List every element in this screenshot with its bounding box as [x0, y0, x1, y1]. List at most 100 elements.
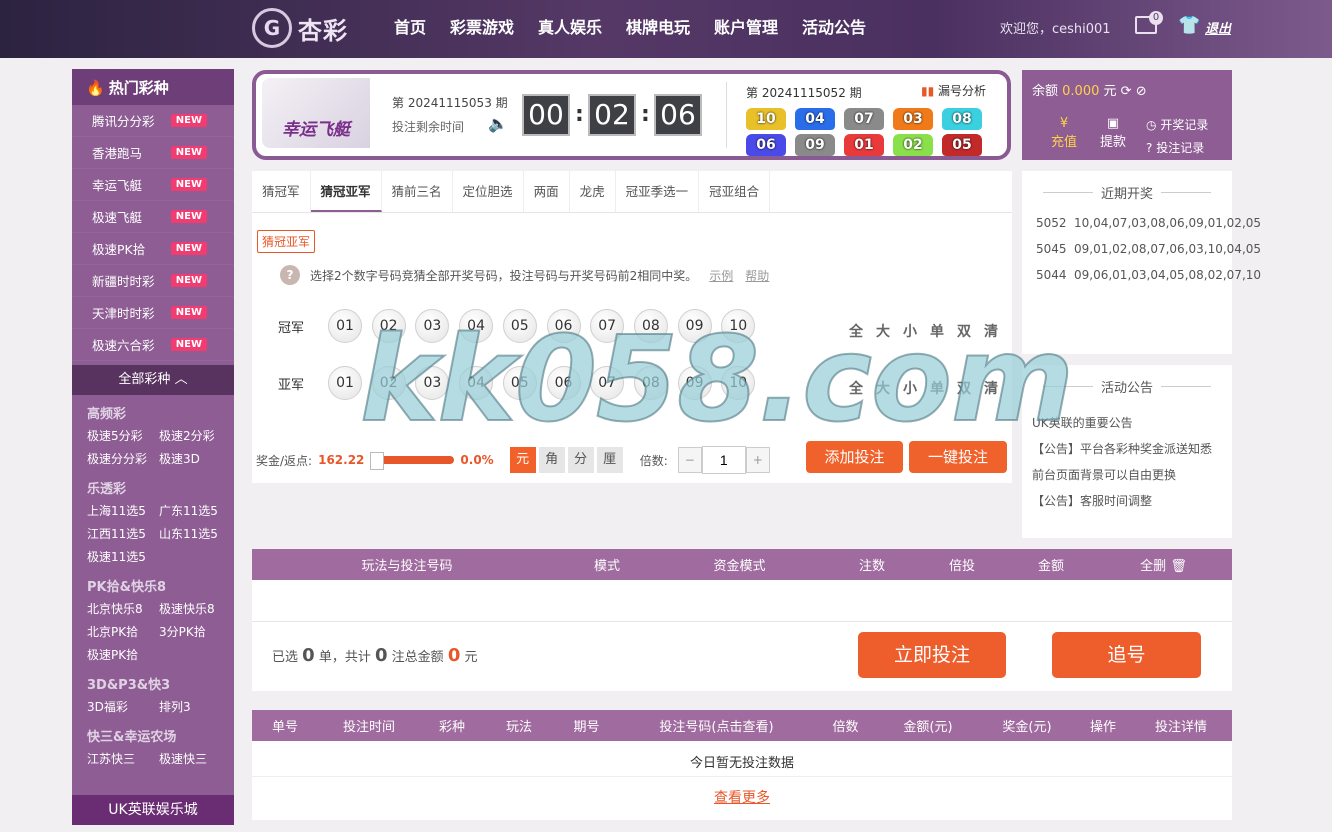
sidebar-game-link[interactable]: 极速2分彩 [159, 427, 231, 444]
quick-select-button[interactable]: 大 [876, 321, 890, 341]
add-bet-button[interactable]: 添加投注 [806, 441, 903, 473]
play-tab[interactable]: 龙虎 [570, 171, 616, 212]
quick-select-button[interactable]: 小 [903, 378, 917, 398]
play-tab[interactable]: 猜冠亚军 [310, 171, 382, 212]
logout-link[interactable]: 退出 [1205, 18, 1231, 37]
number-ball[interactable]: 01 [328, 366, 362, 400]
example-link[interactable]: 示例 [709, 267, 733, 284]
quick-select-button[interactable]: 单 [930, 378, 944, 398]
play-tab[interactable]: 猜冠军 [252, 171, 311, 212]
minus-button[interactable]: − [677, 447, 702, 473]
sidebar-hot-item[interactable]: 极速PK拾 NEW [72, 233, 234, 265]
sidebar-game-link[interactable]: 排列3 [159, 698, 231, 715]
bet-record-link[interactable]: ? 投注记录 [1146, 139, 1204, 156]
play-tab[interactable]: 冠亚季选一 [616, 171, 700, 212]
quick-bet-button[interactable]: 一键投注 [909, 441, 1007, 473]
number-ball[interactable]: 06 [546, 309, 581, 343]
sidebar-game-link[interactable]: 极速快三 [159, 750, 231, 767]
number-ball[interactable]: 06 [546, 366, 581, 400]
sidebar-hot-item[interactable]: 极速飞艇 NEW [72, 201, 234, 233]
sidebar-game-link[interactable]: 极速11选5 [87, 548, 159, 565]
play-tab[interactable]: 定位胆选 [453, 171, 524, 212]
play-tab[interactable]: 冠亚组合 [699, 171, 771, 212]
number-ball[interactable]: 07 [590, 309, 625, 343]
eye-hide-icon[interactable]: ⊘ [1136, 84, 1147, 99]
quick-select-button[interactable]: 大 [876, 378, 890, 398]
quick-select-button[interactable]: 全 [849, 321, 863, 341]
deposit-button[interactable]: ¥ 充值 [1044, 116, 1084, 150]
number-ball[interactable]: 03 [415, 309, 450, 343]
sidebar-game-link[interactable]: 江西11选5 [87, 525, 159, 542]
skin-icon[interactable]: 👕 [1178, 15, 1200, 36]
sidebar-hot-item[interactable]: 天津时时彩 NEW [72, 297, 234, 329]
number-ball[interactable]: 05 [502, 309, 537, 343]
speaker-icon[interactable]: 🔈 [488, 114, 508, 133]
sidebar-hot-item[interactable]: 香港跑马 NEW [72, 137, 234, 169]
nav-account[interactable]: 账户管理 [714, 14, 778, 38]
number-ball[interactable]: 08 [633, 309, 668, 343]
plus-button[interactable]: + [745, 447, 770, 473]
site-logo[interactable]: G 杏彩 [252, 6, 372, 50]
number-ball[interactable]: 08 [633, 366, 668, 400]
sidebar-hot-item[interactable]: 极速六合彩 NEW [72, 329, 234, 361]
quick-select-button[interactable]: 小 [903, 321, 917, 341]
nav-lottery[interactable]: 彩票游戏 [450, 14, 514, 38]
play-tab[interactable]: 猜前三名 [382, 171, 453, 212]
nav-chess[interactable]: 棋牌电玩 [626, 14, 690, 38]
delete-all-button[interactable]: 全删 🗑 [1095, 555, 1232, 574]
nav-live[interactable]: 真人娱乐 [538, 14, 602, 38]
play-tab[interactable]: 两面 [524, 171, 570, 212]
number-ball[interactable]: 07 [590, 366, 625, 400]
sidebar-hot-item[interactable]: 幸运飞艇 NEW [72, 169, 234, 201]
sidebar-game-link[interactable]: 山东11选5 [159, 525, 231, 542]
quick-select-button[interactable]: 清 [984, 378, 998, 398]
number-ball[interactable]: 03 [415, 366, 450, 400]
number-ball[interactable]: 04 [459, 366, 494, 400]
notice-item[interactable]: 前台页面背景可以自由更换 [1022, 462, 1232, 488]
quick-select-button[interactable]: 清 [984, 321, 998, 341]
draw-record-link[interactable]: ◷ 开奖记录 [1146, 116, 1208, 133]
sidebar-hot-item[interactable]: 腾讯分分彩 NEW [72, 105, 234, 137]
quick-select-button[interactable]: 全 [849, 378, 863, 398]
number-ball[interactable]: 10 [721, 366, 756, 400]
sidebar-game-link[interactable]: 极速3D [159, 450, 231, 467]
number-ball[interactable]: 05 [502, 366, 537, 400]
unit-jiao[interactable]: 角 [538, 447, 565, 473]
view-more-link[interactable]: 查看更多 [252, 777, 1232, 807]
unit-yuan[interactable]: 元 [509, 447, 536, 473]
help-link[interactable]: 帮助 [745, 267, 769, 284]
all-categories-toggle[interactable]: 全部彩种 ︿ [72, 365, 234, 395]
notice-item[interactable]: 【公告】客服时间调整 [1022, 488, 1232, 514]
quick-select-button[interactable]: 双 [957, 321, 971, 341]
sidebar-footer[interactable]: UK英联娱乐城 [72, 795, 234, 825]
quick-select-button[interactable]: 单 [930, 321, 944, 341]
multiplier-input[interactable] [701, 446, 746, 474]
number-ball[interactable]: 04 [459, 309, 494, 343]
chase-button[interactable]: 追号 [1052, 632, 1201, 678]
sidebar-hot-item[interactable]: 新疆时时彩 NEW [72, 265, 234, 297]
sidebar-game-link[interactable]: 江苏快三 [87, 750, 159, 767]
sidebar-game-link[interactable]: 3分PK拾 [159, 623, 231, 640]
sidebar-game-link[interactable]: 极速快乐8 [159, 600, 231, 617]
number-ball[interactable]: 10 [721, 309, 756, 343]
nav-notice[interactable]: 活动公告 [802, 14, 866, 38]
withdraw-button[interactable]: ▣ 提款 [1093, 116, 1133, 150]
number-ball[interactable]: 09 [677, 309, 712, 343]
number-ball[interactable]: 02 [371, 366, 406, 400]
unit-li[interactable]: 厘 [596, 447, 623, 473]
refresh-icon[interactable]: ⟳ [1121, 84, 1132, 99]
sidebar-game-link[interactable]: 广东11选5 [159, 502, 231, 519]
rebate-slider[interactable] [370, 452, 455, 470]
notice-item[interactable]: 【公告】平台各彩种奖金派送知悉 [1022, 436, 1232, 462]
sidebar-game-link[interactable]: 上海11选5 [87, 502, 159, 519]
submit-bet-button[interactable]: 立即投注 [858, 632, 1006, 678]
notice-item[interactable]: UK英联的重要公告 [1022, 410, 1232, 436]
sidebar-game-link[interactable]: 北京PK拾 [87, 623, 159, 640]
nav-home[interactable]: 首页 [394, 14, 426, 38]
analysis-link[interactable]: ▮▮ 漏号分析 [921, 82, 986, 99]
sidebar-game-link[interactable]: 3D福彩 [87, 698, 159, 715]
sidebar-game-link[interactable]: 极速5分彩 [87, 427, 159, 444]
number-ball[interactable]: 02 [371, 309, 406, 343]
number-ball[interactable]: 09 [677, 366, 712, 400]
sidebar-game-link[interactable]: 北京快乐8 [87, 600, 159, 617]
